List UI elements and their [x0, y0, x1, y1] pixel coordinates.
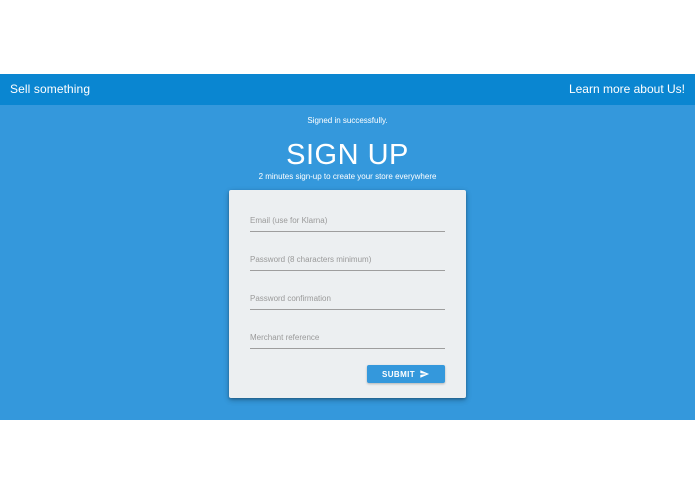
email-field[interactable]	[250, 210, 445, 232]
password-field[interactable]	[250, 249, 445, 271]
flash-message: Signed in successfully.	[307, 116, 388, 125]
page: Sell something Learn more about Us! Sign…	[0, 0, 695, 494]
brand-link[interactable]: Sell something	[10, 82, 90, 96]
submit-button-label: SUBMIT	[382, 370, 416, 379]
page-title: SIGN UP	[286, 139, 409, 171]
top-navbar: Sell something Learn more about Us!	[0, 74, 695, 105]
merchant-reference-field[interactable]	[250, 327, 445, 349]
hero-section: Signed in successfully. SIGN UP 2 minute…	[0, 105, 695, 420]
page-subtitle: 2 minutes sign-up to create your store e…	[258, 172, 437, 181]
send-icon	[420, 370, 430, 378]
submit-button[interactable]: SUBMIT	[367, 365, 445, 383]
signup-form-card: SUBMIT	[229, 190, 466, 398]
password-confirmation-field[interactable]	[250, 288, 445, 310]
learn-more-link[interactable]: Learn more about Us!	[569, 82, 685, 96]
